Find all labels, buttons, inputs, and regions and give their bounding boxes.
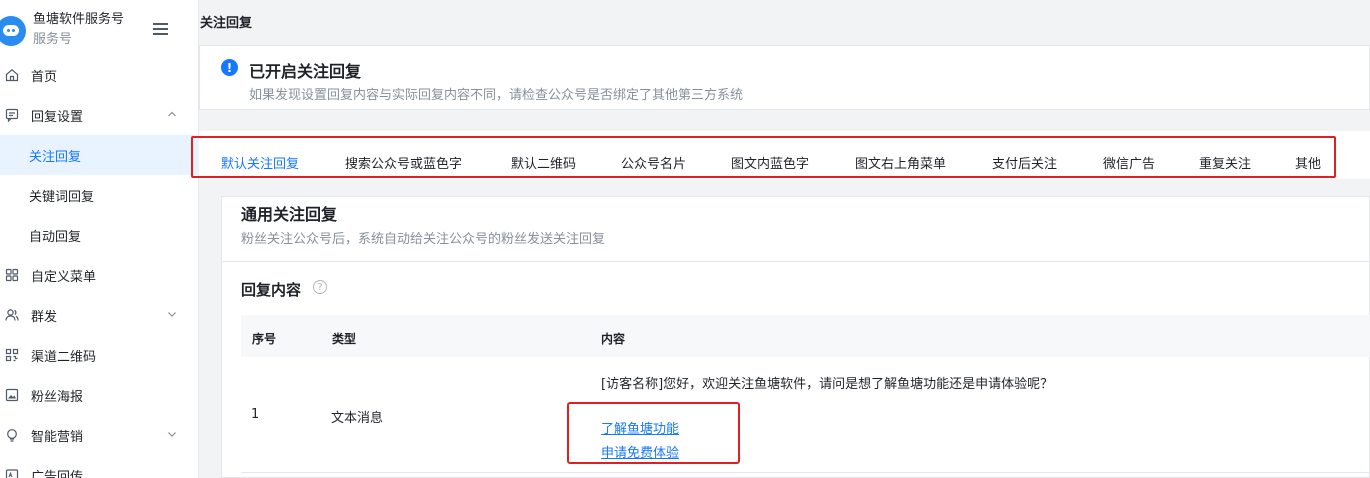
users-icon [5,309,19,321]
qrcode-icon [5,348,19,362]
chevron-down-icon [168,432,176,437]
ad-icon [5,469,19,478]
status-notice: ! 已开启关注回复 如果发现设置回复内容与实际回复内容不同，请检查公众号是否绑定… [199,45,1370,110]
tab-account-card[interactable]: 公众号名片 [621,153,686,172]
tab-search-account[interactable]: 搜索公众号或蓝色字 [345,153,462,172]
section-desc: 粉丝关注公众号后，系统自动给关注公众号的粉丝发送关注回复 [241,232,606,247]
row-message: [访客名称]您好，欢迎关注鱼塘软件，请问是想了解鱼塘功能还是申请体验呢？ [601,377,1054,392]
row-type: 文本消息 [331,411,384,426]
sidebar-item-label: 智能营销 [31,429,84,445]
sidebar-item-label: 广告回传 [31,469,84,478]
sidebar-item-reply-settings[interactable]: 回复设置 [0,95,199,135]
chevron-down-icon [168,312,176,317]
question-icon[interactable]: ? [313,280,327,294]
reply-content-title: 回复内容 [241,281,302,299]
sidebar-item-smart-marketing[interactable]: 智能营销 [0,415,199,455]
bulb-icon [7,429,17,442]
row-index: 1 [251,407,260,422]
active-tab-indicator [221,176,306,178]
poster-icon [5,388,19,402]
column-header-content: 内容 [601,332,626,346]
sidebar-item-label: 粉丝海报 [31,389,84,405]
table-header: 序号 类型 内容 [241,315,1370,357]
sidebar-item-fan-poster[interactable]: 粉丝海报 [0,375,199,415]
sidebar-item-ad-callback[interactable]: 广告回传 [0,455,199,478]
sidebar-item-mass-send[interactable]: 群发 [0,295,199,335]
brand: 鱼塘软件服务号 服务号 [0,6,199,52]
page-title: 关注回复 [200,16,253,31]
sidebar-item-home[interactable]: 首页 [0,55,199,95]
sidebar-item-channel-qrcode[interactable]: 渠道二维码 [0,335,199,375]
sidebar-item-label: 渠道二维码 [31,349,97,365]
sidebar-item-label: 自动回复 [29,229,82,245]
sidebar-item-keyword-reply[interactable]: 关键词回复 [0,175,199,215]
section-title: 通用关注回复 [241,205,338,224]
sidebar-item-label: 关注回复 [29,149,82,165]
sidebar-item-label: 群发 [31,309,58,325]
sidebar-item-label: 关键词回复 [29,189,95,205]
sidebar-item-auto-reply[interactable]: 自动回复 [0,215,199,255]
brand-type: 服务号 [33,32,73,47]
tab-wechat-ads[interactable]: 微信广告 [1103,153,1155,172]
grid-icon [5,268,19,282]
chevron-up-icon [168,111,176,117]
scene-tabs: 默认关注回复 搜索公众号或蓝色字 默认二维码 公众号名片 图文内蓝色字 图文右上… [199,131,1370,179]
column-header-index: 序号 [252,332,277,346]
tab-repeat-follow[interactable]: 重复关注 [1199,153,1251,172]
sidebar-item-follow-reply[interactable]: 关注回复 [0,135,199,175]
sidebar-item-label: 首页 [31,69,58,85]
sidebar-item-label: 自定义菜单 [31,269,97,285]
tab-after-payment[interactable]: 支付后关注 [992,153,1057,172]
reply-content-card: 通用关注回复 粉丝关注公众号后，系统自动给关注公众号的粉丝发送关注回复 回复内容… [221,196,1370,478]
link-apply-trial[interactable]: 申请免费体验 [601,442,679,461]
brand-logo-icon [0,16,26,46]
notice-title: 已开启关注回复 [249,62,362,81]
sidebar-item-custom-menu[interactable]: 自定义菜单 [0,255,199,295]
tab-default-qrcode[interactable]: 默认二维码 [511,153,576,172]
tab-default-follow[interactable]: 默认关注回复 [221,153,299,172]
column-header-type: 类型 [332,332,357,346]
tab-other[interactable]: 其他 [1295,153,1321,172]
row-divider [241,472,1370,473]
divider [223,261,1370,262]
brand-name: 鱼塘软件服务号 [33,12,125,27]
notice-desc: 如果发现设置回复内容与实际回复内容不同，请检查公众号是否绑定了其他第三方系统 [249,88,744,103]
menu-toggle-icon[interactable] [153,23,168,35]
link-learn-features[interactable]: 了解鱼塘功能 [601,418,679,437]
sidebar-item-label: 回复设置 [31,109,84,125]
tab-article-menu[interactable]: 图文右上角菜单 [855,153,946,172]
info-icon: ! [221,59,238,76]
tab-article-blue-text[interactable]: 图文内蓝色字 [731,153,809,172]
home-icon [5,69,19,82]
message-icon [5,108,19,122]
sidebar: 鱼塘软件服务号 服务号 首页 回复设置 关注回复 关键词回复 自动回复 自定义菜… [0,0,199,478]
